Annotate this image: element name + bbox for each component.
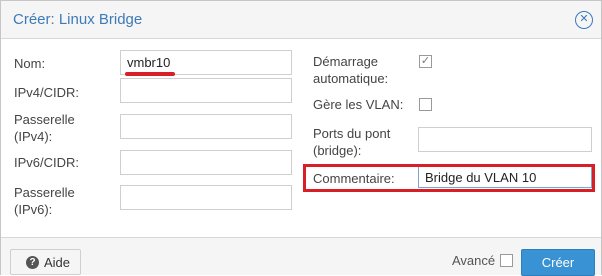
comment-input[interactable] [418, 166, 592, 188]
help-icon: ? [26, 256, 39, 269]
checkmark-icon: ✓ [420, 55, 431, 67]
autostart-label-line1: Démarrage [313, 54, 379, 69]
dialog-title: Créer: Linux Bridge [13, 11, 143, 28]
help-button-label: Aide [44, 255, 71, 270]
ipv6-label: IPv6/CIDR: [14, 155, 80, 170]
gateway-ipv6-label-line1: Passerelle [14, 185, 75, 200]
comment-label: Commentaire: [313, 171, 395, 186]
gateway-ipv4-label-line2: (IPv4): [14, 129, 53, 144]
bridge-ports-input[interactable] [418, 127, 592, 152]
dialog-body: Nom: IPv4/CIDR: Passerelle (IPv4): IPv6/… [1, 40, 601, 237]
name-label: Nom: [14, 56, 46, 71]
bridge-ports-label-line2: (bridge): [313, 143, 362, 158]
ipv6-input[interactable] [120, 150, 292, 175]
vlan-aware-label: Gère les VLAN: [313, 97, 404, 112]
advanced-label: Avancé [452, 253, 496, 268]
bridge-ports-label-line1: Ports du pont [313, 126, 391, 141]
ipv4-input[interactable] [120, 78, 292, 103]
autostart-label-line2: automatique: [313, 71, 389, 86]
close-icon[interactable]: ✕ [575, 11, 593, 29]
gateway-ipv4-input[interactable] [120, 114, 292, 139]
ipv4-label: IPv4/CIDR: [14, 85, 80, 100]
gateway-ipv4-label-line1: Passerelle [14, 112, 75, 127]
help-button[interactable]: ? Aide [10, 249, 81, 275]
dialog-footer: ? Aide Avancé Créer [1, 237, 601, 276]
gateway-ipv6-label-line2: (IPv6): [14, 202, 53, 217]
dialog-titlebar: Créer: Linux Bridge ✕ [1, 1, 601, 39]
autostart-checkbox[interactable]: ✓ [419, 55, 432, 68]
create-button[interactable]: Créer [521, 249, 595, 276]
advanced-checkbox[interactable] [500, 254, 513, 267]
vlan-aware-checkbox[interactable] [419, 98, 432, 111]
linux-bridge-dialog: Créer: Linux Bridge ✕ Nom: IPv4/CIDR: Pa… [0, 0, 602, 276]
gateway-ipv6-input[interactable] [120, 185, 292, 210]
name-highlight-underline [125, 72, 175, 76]
